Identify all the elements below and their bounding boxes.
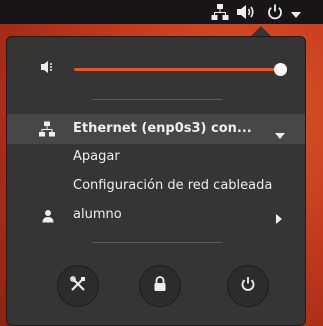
top-panel — [0, 0, 323, 24]
user-label[interactable]: alumno — [73, 207, 122, 223]
chevron-down-icon[interactable] — [275, 125, 285, 144]
system-menu: Ethernet (enp0s3) con... Apagar Configur… — [6, 36, 306, 326]
power-icon[interactable] — [266, 3, 284, 21]
chevron-down-icon[interactable] — [290, 6, 302, 24]
chevron-right-icon[interactable] — [275, 209, 283, 228]
volume-slider[interactable] — [74, 68, 280, 71]
popup-arrow — [251, 26, 271, 36]
volume-slider-handle[interactable] — [274, 63, 287, 76]
settings-icon — [70, 276, 86, 296]
volume-icon[interactable] — [236, 3, 256, 21]
network-wired-icon[interactable] — [211, 3, 229, 21]
network-off-item[interactable]: Apagar — [73, 149, 120, 165]
power-button[interactable] — [227, 265, 269, 307]
system-tray[interactable] — [207, 0, 323, 24]
separator — [92, 99, 222, 100]
network-label[interactable]: Ethernet (enp0s3) con... — [73, 121, 252, 137]
lock-button[interactable] — [139, 265, 181, 307]
settings-button[interactable] — [57, 265, 99, 307]
speaker-icon — [40, 59, 56, 79]
wired-settings-item[interactable]: Configuración de red cableada — [73, 178, 272, 194]
network-wired-icon — [39, 121, 55, 141]
separator — [92, 242, 222, 243]
lock-icon — [153, 276, 167, 296]
user-icon — [42, 208, 54, 227]
power-icon — [240, 276, 256, 296]
